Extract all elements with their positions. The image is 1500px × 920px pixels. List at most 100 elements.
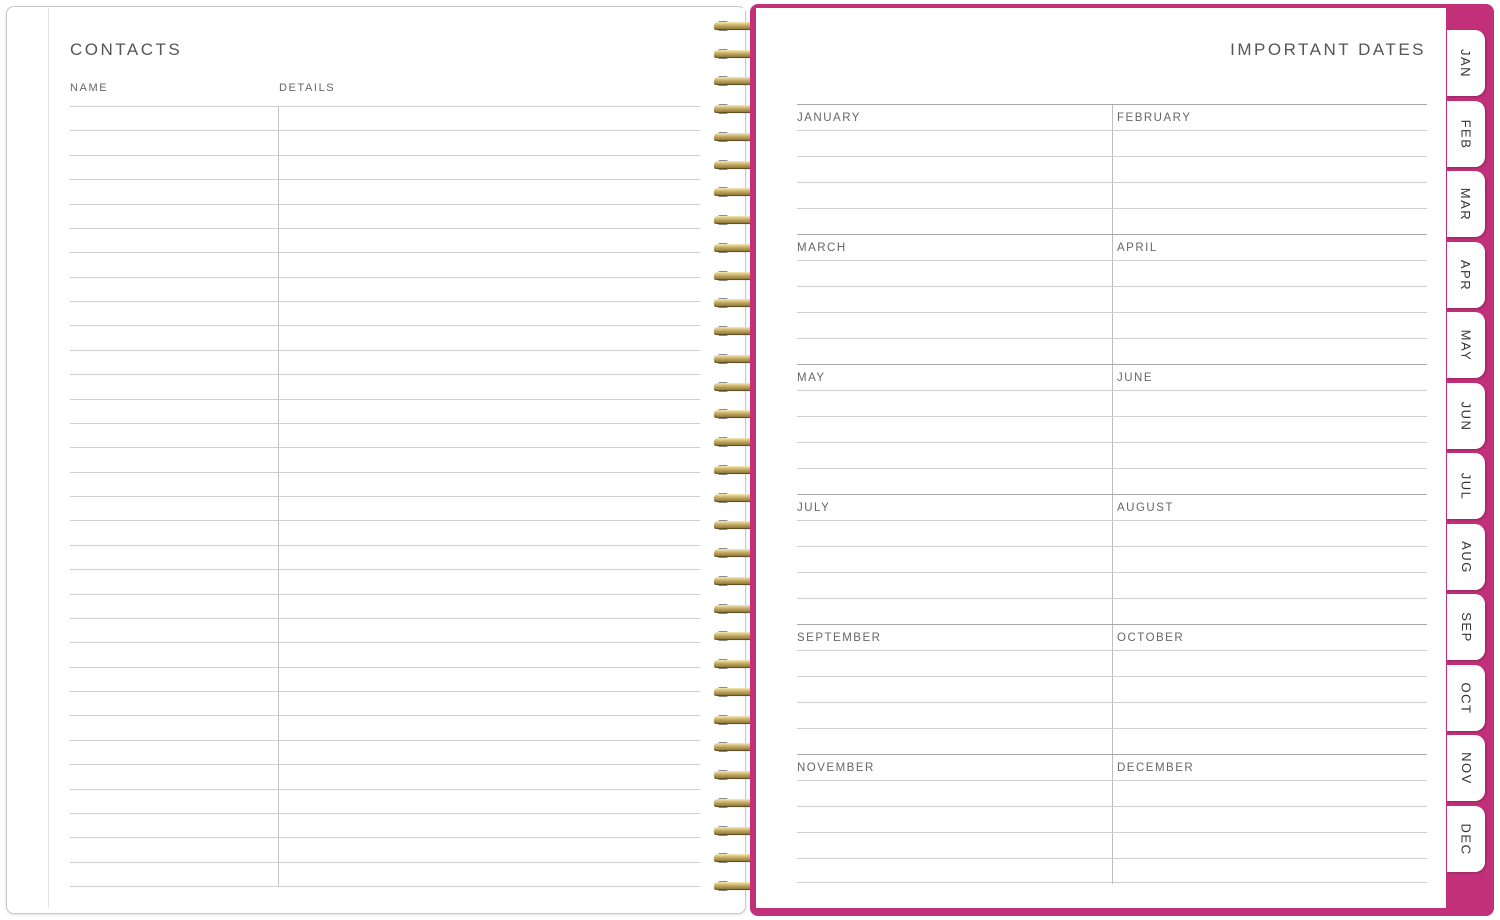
tab-feb[interactable]: FEB (1447, 101, 1485, 167)
contacts-row-line (70, 642, 700, 643)
month-tabs: JAN FEB MAR APR MAY JUN JUL AUG SEP OCT NOV DEC (1447, 30, 1487, 890)
contacts-row-line (70, 740, 700, 741)
tab-jun[interactable]: JUN (1447, 383, 1485, 449)
month-label-june: JUNE (1117, 372, 1154, 384)
tab-may[interactable]: MAY (1447, 312, 1485, 378)
months-grid: JANUARY FEBRUARY MARCH APRIL MAY JUNE JULY AUGU… (797, 104, 1427, 884)
contacts-row-line (70, 179, 700, 180)
month-label-january: JANUARY (797, 112, 861, 124)
month-row-line (797, 572, 1427, 573)
month-label-july: JULY (797, 502, 831, 514)
contacts-row-line (70, 862, 700, 863)
month-section-line (797, 364, 1427, 365)
month-row-line (797, 182, 1427, 183)
contacts-row-line (70, 301, 700, 302)
contacts-row-line (70, 496, 700, 497)
contacts-row-line (70, 423, 700, 424)
month-row-line (797, 598, 1427, 599)
contacts-row-line (70, 667, 700, 668)
month-row-line (797, 882, 1427, 883)
month-row-line (797, 260, 1427, 261)
month-row-line (797, 546, 1427, 547)
month-row-line (797, 130, 1427, 131)
tab-label: JAN (1458, 48, 1474, 78)
tab-label: JUN (1458, 401, 1474, 431)
tab-mar[interactable]: MAR (1447, 171, 1485, 237)
tab-sep[interactable]: SEP (1447, 594, 1485, 660)
tab-jul[interactable]: JUL (1447, 453, 1485, 519)
month-label-december: DECEMBER (1117, 762, 1195, 774)
important-dates-title: IMPORTANT DATES (1230, 40, 1426, 59)
contacts-row-line (70, 350, 700, 351)
tab-label: DEC (1458, 823, 1474, 855)
month-label-september: SEPTEMBER (797, 632, 882, 644)
contacts-row-line (70, 594, 700, 595)
contacts-row-line (70, 813, 700, 814)
month-row-line (797, 806, 1427, 807)
tab-jan[interactable]: JAN (1447, 30, 1485, 96)
month-row-line (797, 390, 1427, 391)
column-header-name: NAME (70, 82, 109, 94)
tab-apr[interactable]: APR (1447, 242, 1485, 308)
month-label-october: OCTOBER (1117, 632, 1185, 644)
tab-label: OCT (1458, 682, 1474, 714)
tab-label: MAY (1458, 329, 1474, 361)
month-row-line (797, 156, 1427, 157)
tab-oct[interactable]: OCT (1447, 665, 1485, 731)
month-row-line (797, 650, 1427, 651)
month-row-line (797, 442, 1427, 443)
month-section-line (797, 624, 1427, 625)
contacts-title: CONTACTS (70, 40, 183, 59)
month-row-line (797, 208, 1427, 209)
tab-label: APR (1458, 259, 1474, 291)
month-row-line (797, 780, 1427, 781)
contacts-row-line (70, 155, 700, 156)
month-row-line (797, 416, 1427, 417)
tab-dec[interactable]: DEC (1447, 806, 1485, 872)
month-row-line (797, 312, 1427, 313)
tab-label: AUG (1458, 540, 1474, 574)
month-label-august: AUGUST (1117, 502, 1174, 514)
contacts-row-line (70, 789, 700, 790)
contacts-row-line (70, 277, 700, 278)
contacts-row-line (70, 204, 700, 205)
contacts-row-line (70, 447, 700, 448)
month-label-february: FEBRUARY (1117, 112, 1192, 124)
contacts-row-line (70, 715, 700, 716)
contacts-row-line (70, 618, 700, 619)
tab-aug[interactable]: AUG (1447, 524, 1485, 590)
month-row-line (797, 676, 1427, 677)
month-section-line (797, 234, 1427, 235)
contacts-row-line (70, 569, 700, 570)
contacts-row-line (70, 520, 700, 521)
tab-nov[interactable]: NOV (1447, 735, 1485, 801)
tab-label: SEP (1458, 611, 1474, 643)
contacts-row-line (70, 764, 700, 765)
month-section-line (797, 754, 1427, 755)
month-section-line (797, 494, 1427, 495)
contacts-row-line (70, 130, 700, 131)
tab-label: JUL (1458, 472, 1474, 500)
contacts-row-line (70, 106, 700, 107)
tab-label: MAR (1458, 187, 1474, 221)
contacts-table (70, 106, 700, 887)
month-label-april: APRIL (1117, 242, 1158, 254)
month-section-line (797, 104, 1427, 105)
contacts-row-line (70, 886, 700, 887)
month-row-line (797, 338, 1427, 339)
month-row-line (797, 832, 1427, 833)
contacts-row-line (70, 374, 700, 375)
contacts-row-line (70, 691, 700, 692)
contacts-row-line (70, 545, 700, 546)
tab-label: NOV (1458, 751, 1474, 785)
contacts-row-line (70, 252, 700, 253)
column-header-details: DETAILS (279, 82, 336, 94)
month-row-line (797, 728, 1427, 729)
month-row-line (797, 468, 1427, 469)
month-row-line (797, 858, 1427, 859)
tab-label: FEB (1458, 119, 1474, 149)
contacts-row-line (70, 837, 700, 838)
month-label-may: MAY (797, 372, 826, 384)
month-row-line (797, 286, 1427, 287)
contacts-row-line (70, 472, 700, 473)
